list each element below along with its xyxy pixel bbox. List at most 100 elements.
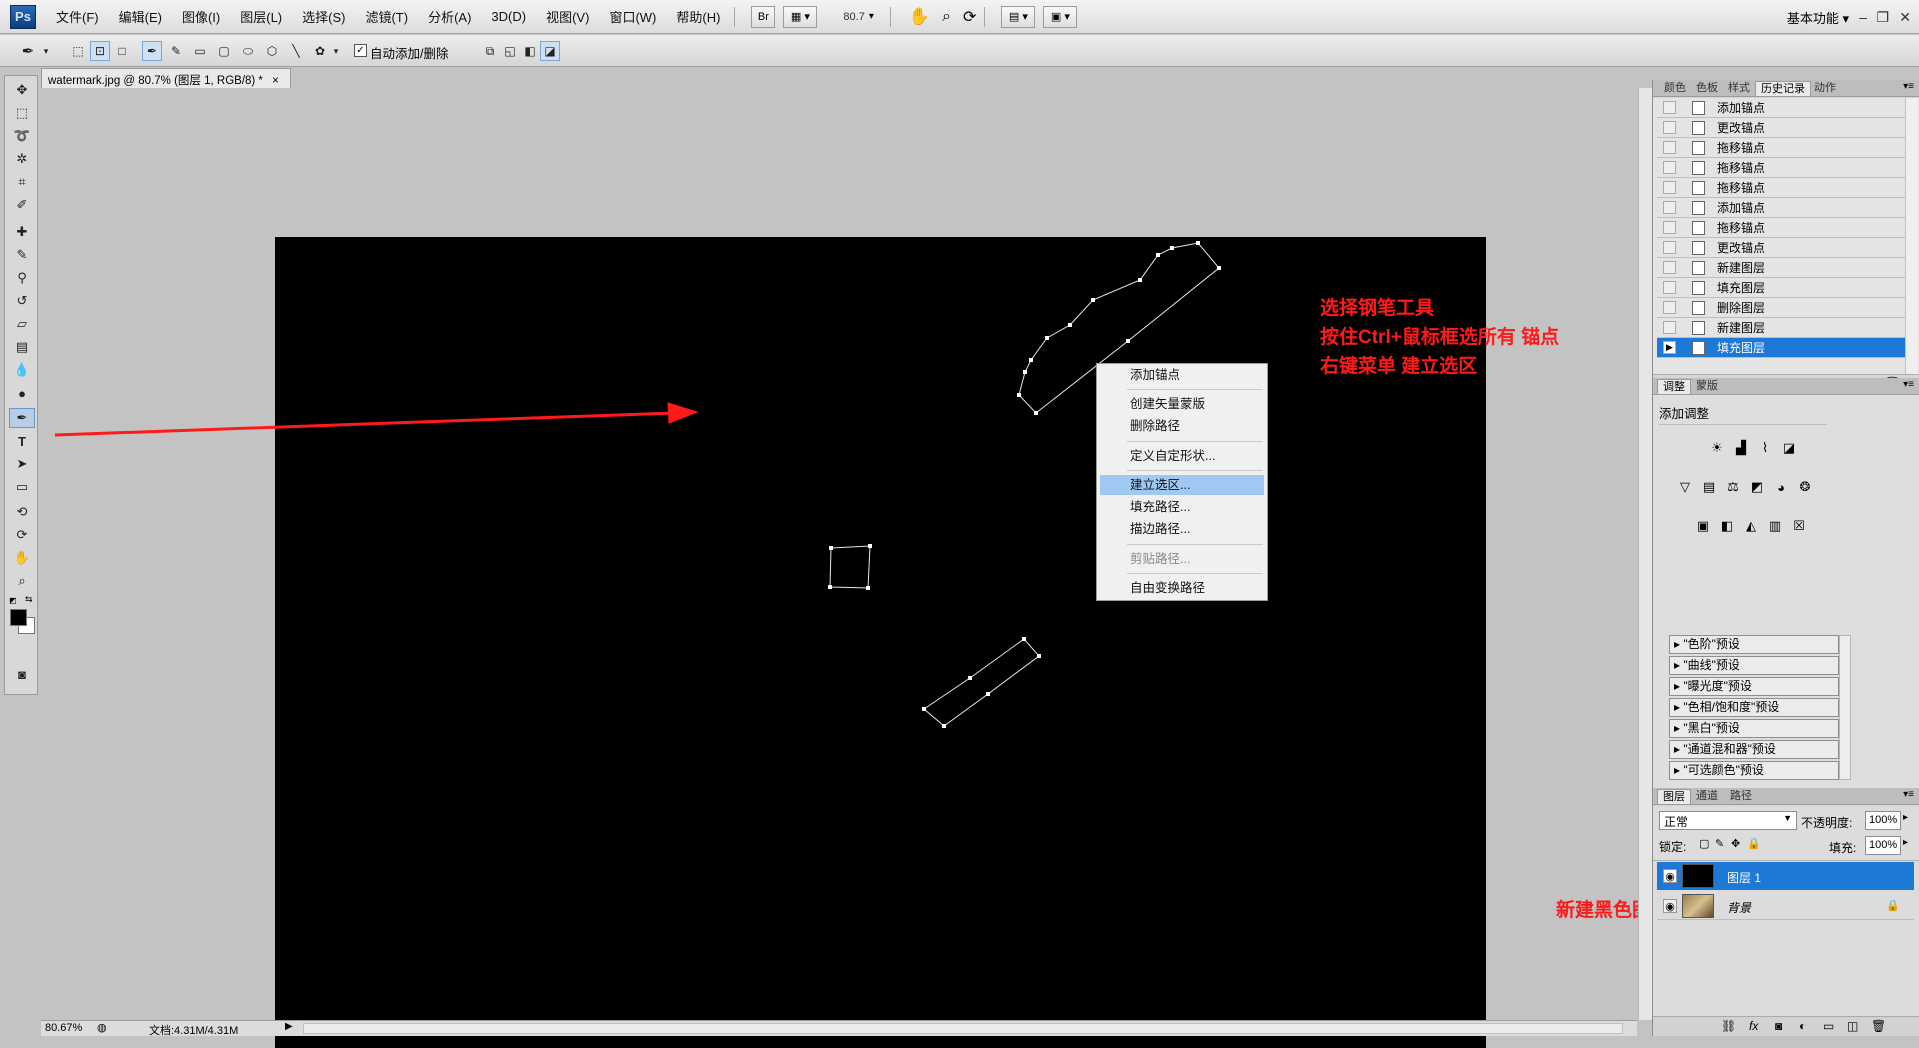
visibility-eye-icon[interactable]: ◉ xyxy=(1663,869,1677,883)
preset-black-white[interactable]: ▸ "黑白"预设 xyxy=(1669,719,1839,738)
history-checkbox[interactable] xyxy=(1663,101,1676,114)
menu-free-transform-path[interactable]: 自由变换路径 xyxy=(1100,578,1264,598)
preset-selective-color[interactable]: ▸ "可选颜色"预设 xyxy=(1669,761,1839,780)
history-item[interactable]: 删除图层 xyxy=(1657,298,1905,318)
menu-fill-path[interactable]: 填充路径... xyxy=(1100,497,1264,517)
history-scrollbar[interactable] xyxy=(1905,98,1918,374)
tab-layers[interactable]: 图层 xyxy=(1657,789,1691,804)
selective-color-icon[interactable]: ☒ xyxy=(1789,517,1809,535)
preset-levels[interactable]: ▸ "色阶"预设 xyxy=(1669,635,1839,654)
panel-menu-icon[interactable]: ▾≡ xyxy=(1903,81,1914,92)
posterize-icon[interactable]: ◧ xyxy=(1717,517,1737,535)
history-item[interactable]: 拖移锚点 xyxy=(1657,158,1905,178)
lock-transparency-icon[interactable]: ▢ xyxy=(1699,837,1709,850)
history-item[interactable]: 新建图层 xyxy=(1657,258,1905,278)
layer-name[interactable]: 图层 1 xyxy=(1727,869,1761,886)
lock-all-icon[interactable]: 🔒 xyxy=(1747,837,1761,850)
add-mask-icon[interactable]: ◙ xyxy=(1775,1019,1782,1033)
history-checkbox[interactable] xyxy=(1663,241,1676,254)
history-checkbox[interactable] xyxy=(1663,221,1676,234)
layer-style-icon[interactable]: fx xyxy=(1749,1019,1758,1033)
invert-icon[interactable]: ▣ xyxy=(1693,517,1713,535)
history-state-arrow-icon[interactable]: ▶ xyxy=(1663,341,1676,354)
history-item[interactable]: 更改锚点 xyxy=(1657,238,1905,258)
menu-delete-path[interactable]: 删除路径 xyxy=(1100,416,1264,436)
preset-curves[interactable]: ▸ "曲线"预设 xyxy=(1669,656,1839,675)
history-checkbox[interactable] xyxy=(1663,301,1676,314)
history-checkbox[interactable] xyxy=(1663,281,1676,294)
vibrance-icon[interactable]: ▽ xyxy=(1675,478,1695,496)
history-item[interactable]: 拖移锚点 xyxy=(1657,218,1905,238)
layer-row[interactable]: ◉ 图层 1 xyxy=(1657,862,1914,890)
menu-stroke-path[interactable]: 描边路径... xyxy=(1100,519,1264,539)
new-layer-icon[interactable]: ◫ xyxy=(1847,1019,1858,1033)
threshold-icon[interactable]: ◭ xyxy=(1741,517,1761,535)
menu-make-selection[interactable]: 建立选区... xyxy=(1100,475,1264,495)
opacity-arrow-icon[interactable]: ▸ xyxy=(1903,812,1908,823)
history-item[interactable]: 拖移锚点 xyxy=(1657,178,1905,198)
layer-row[interactable]: ◉ 背景 🔒 xyxy=(1657,892,1914,920)
tab-channels[interactable]: 通道 xyxy=(1691,789,1723,804)
tab-color[interactable]: 颜色 xyxy=(1659,81,1691,96)
history-item[interactable]: 更改锚点 xyxy=(1657,118,1905,138)
layer-name[interactable]: 背景 xyxy=(1727,899,1751,916)
lock-pixels-icon[interactable]: ✎ xyxy=(1715,837,1724,850)
history-item-current[interactable]: ▶ 填充图层 xyxy=(1657,338,1905,358)
status-zoom[interactable]: 80.67% xyxy=(45,1022,82,1034)
tab-adjustments[interactable]: 调整 xyxy=(1657,379,1691,394)
tab-styles[interactable]: 样式 xyxy=(1723,81,1755,96)
vertical-scrollbar[interactable] xyxy=(1638,88,1652,1020)
history-checkbox[interactable] xyxy=(1663,321,1676,334)
delete-layer-icon[interactable]: 🗑 xyxy=(1871,1019,1886,1033)
tab-history[interactable]: 历史记录 xyxy=(1755,81,1811,96)
color-balance-icon[interactable]: ⚖ xyxy=(1723,478,1743,496)
preset-channel-mixer[interactable]: ▸ "通道混和器"预设 xyxy=(1669,740,1839,759)
status-info-icon[interactable]: ◍ xyxy=(97,1021,107,1034)
panel-dock: 颜色 色板 样式 历史记录 动作 ▾≡ 添加锚点 更改锚点 拖移锚点 拖移锚点 … xyxy=(1652,80,1919,1036)
tab-swatches[interactable]: 色板 xyxy=(1691,81,1723,96)
history-checkbox[interactable] xyxy=(1663,261,1676,274)
history-checkbox[interactable] xyxy=(1663,201,1676,214)
levels-icon[interactable]: ▟ xyxy=(1731,439,1751,457)
history-item[interactable]: 添加锚点 xyxy=(1657,98,1905,118)
status-menu-arrow-icon[interactable]: ▶ xyxy=(285,1021,293,1032)
visibility-eye-icon[interactable]: ◉ xyxy=(1663,899,1677,913)
history-checkbox[interactable] xyxy=(1663,121,1676,134)
history-item[interactable]: 添加锚点 xyxy=(1657,198,1905,218)
history-checkbox[interactable] xyxy=(1663,181,1676,194)
panel-menu-icon[interactable]: ▾≡ xyxy=(1903,379,1914,390)
menu-add-anchor-point[interactable]: 添加锚点 xyxy=(1100,365,1264,385)
tab-paths[interactable]: 路径 xyxy=(1725,789,1757,804)
hue-saturation-icon[interactable]: ▤ xyxy=(1699,478,1719,496)
black-white-icon[interactable]: ◩ xyxy=(1747,478,1767,496)
history-item[interactable]: 新建图层 xyxy=(1657,318,1905,338)
channel-mixer-icon[interactable]: ❂ xyxy=(1795,478,1815,496)
fill-input[interactable]: 100% xyxy=(1865,836,1901,855)
link-layers-icon[interactable]: ⛓ xyxy=(1721,1019,1736,1033)
history-item[interactable]: 填充图层 xyxy=(1657,278,1905,298)
gradient-map-icon[interactable]: ▥ xyxy=(1765,517,1785,535)
presets-scrollbar[interactable] xyxy=(1839,635,1851,780)
brightness-contrast-icon[interactable]: ☀ xyxy=(1707,439,1727,457)
foreground-color-swatch[interactable] xyxy=(10,609,27,626)
horizontal-scrollbar[interactable] xyxy=(303,1023,1623,1034)
panel-menu-icon[interactable]: ▾≡ xyxy=(1903,789,1914,800)
exposure-icon[interactable]: ◪ xyxy=(1779,439,1799,457)
adjustment-layer-icon[interactable]: ◐ xyxy=(1799,1019,1806,1033)
preset-exposure[interactable]: ▸ "曝光度"预设 xyxy=(1669,677,1839,696)
menu-define-custom-shape[interactable]: 定义自定形状... xyxy=(1100,446,1264,466)
curves-icon[interactable]: ⌇ xyxy=(1755,439,1775,457)
tab-actions[interactable]: 动作 xyxy=(1809,81,1841,96)
blend-mode-select[interactable]: 正常 ▼ xyxy=(1659,811,1797,830)
new-group-icon[interactable]: ▭ xyxy=(1823,1019,1834,1033)
history-checkbox[interactable] xyxy=(1663,141,1676,154)
lock-position-icon[interactable]: ✥ xyxy=(1731,837,1740,850)
opacity-input[interactable]: 100% xyxy=(1865,811,1901,830)
history-checkbox[interactable] xyxy=(1663,161,1676,174)
history-item[interactable]: 拖移锚点 xyxy=(1657,138,1905,158)
tab-masks[interactable]: 蒙版 xyxy=(1691,379,1723,394)
photo-filter-icon[interactable]: ◕ xyxy=(1771,478,1791,496)
preset-hue-saturation[interactable]: ▸ "色相/饱和度"预设 xyxy=(1669,698,1839,717)
fill-arrow-icon[interactable]: ▸ xyxy=(1903,837,1908,848)
menu-make-vector-mask[interactable]: 创建矢量蒙版 xyxy=(1100,394,1264,414)
